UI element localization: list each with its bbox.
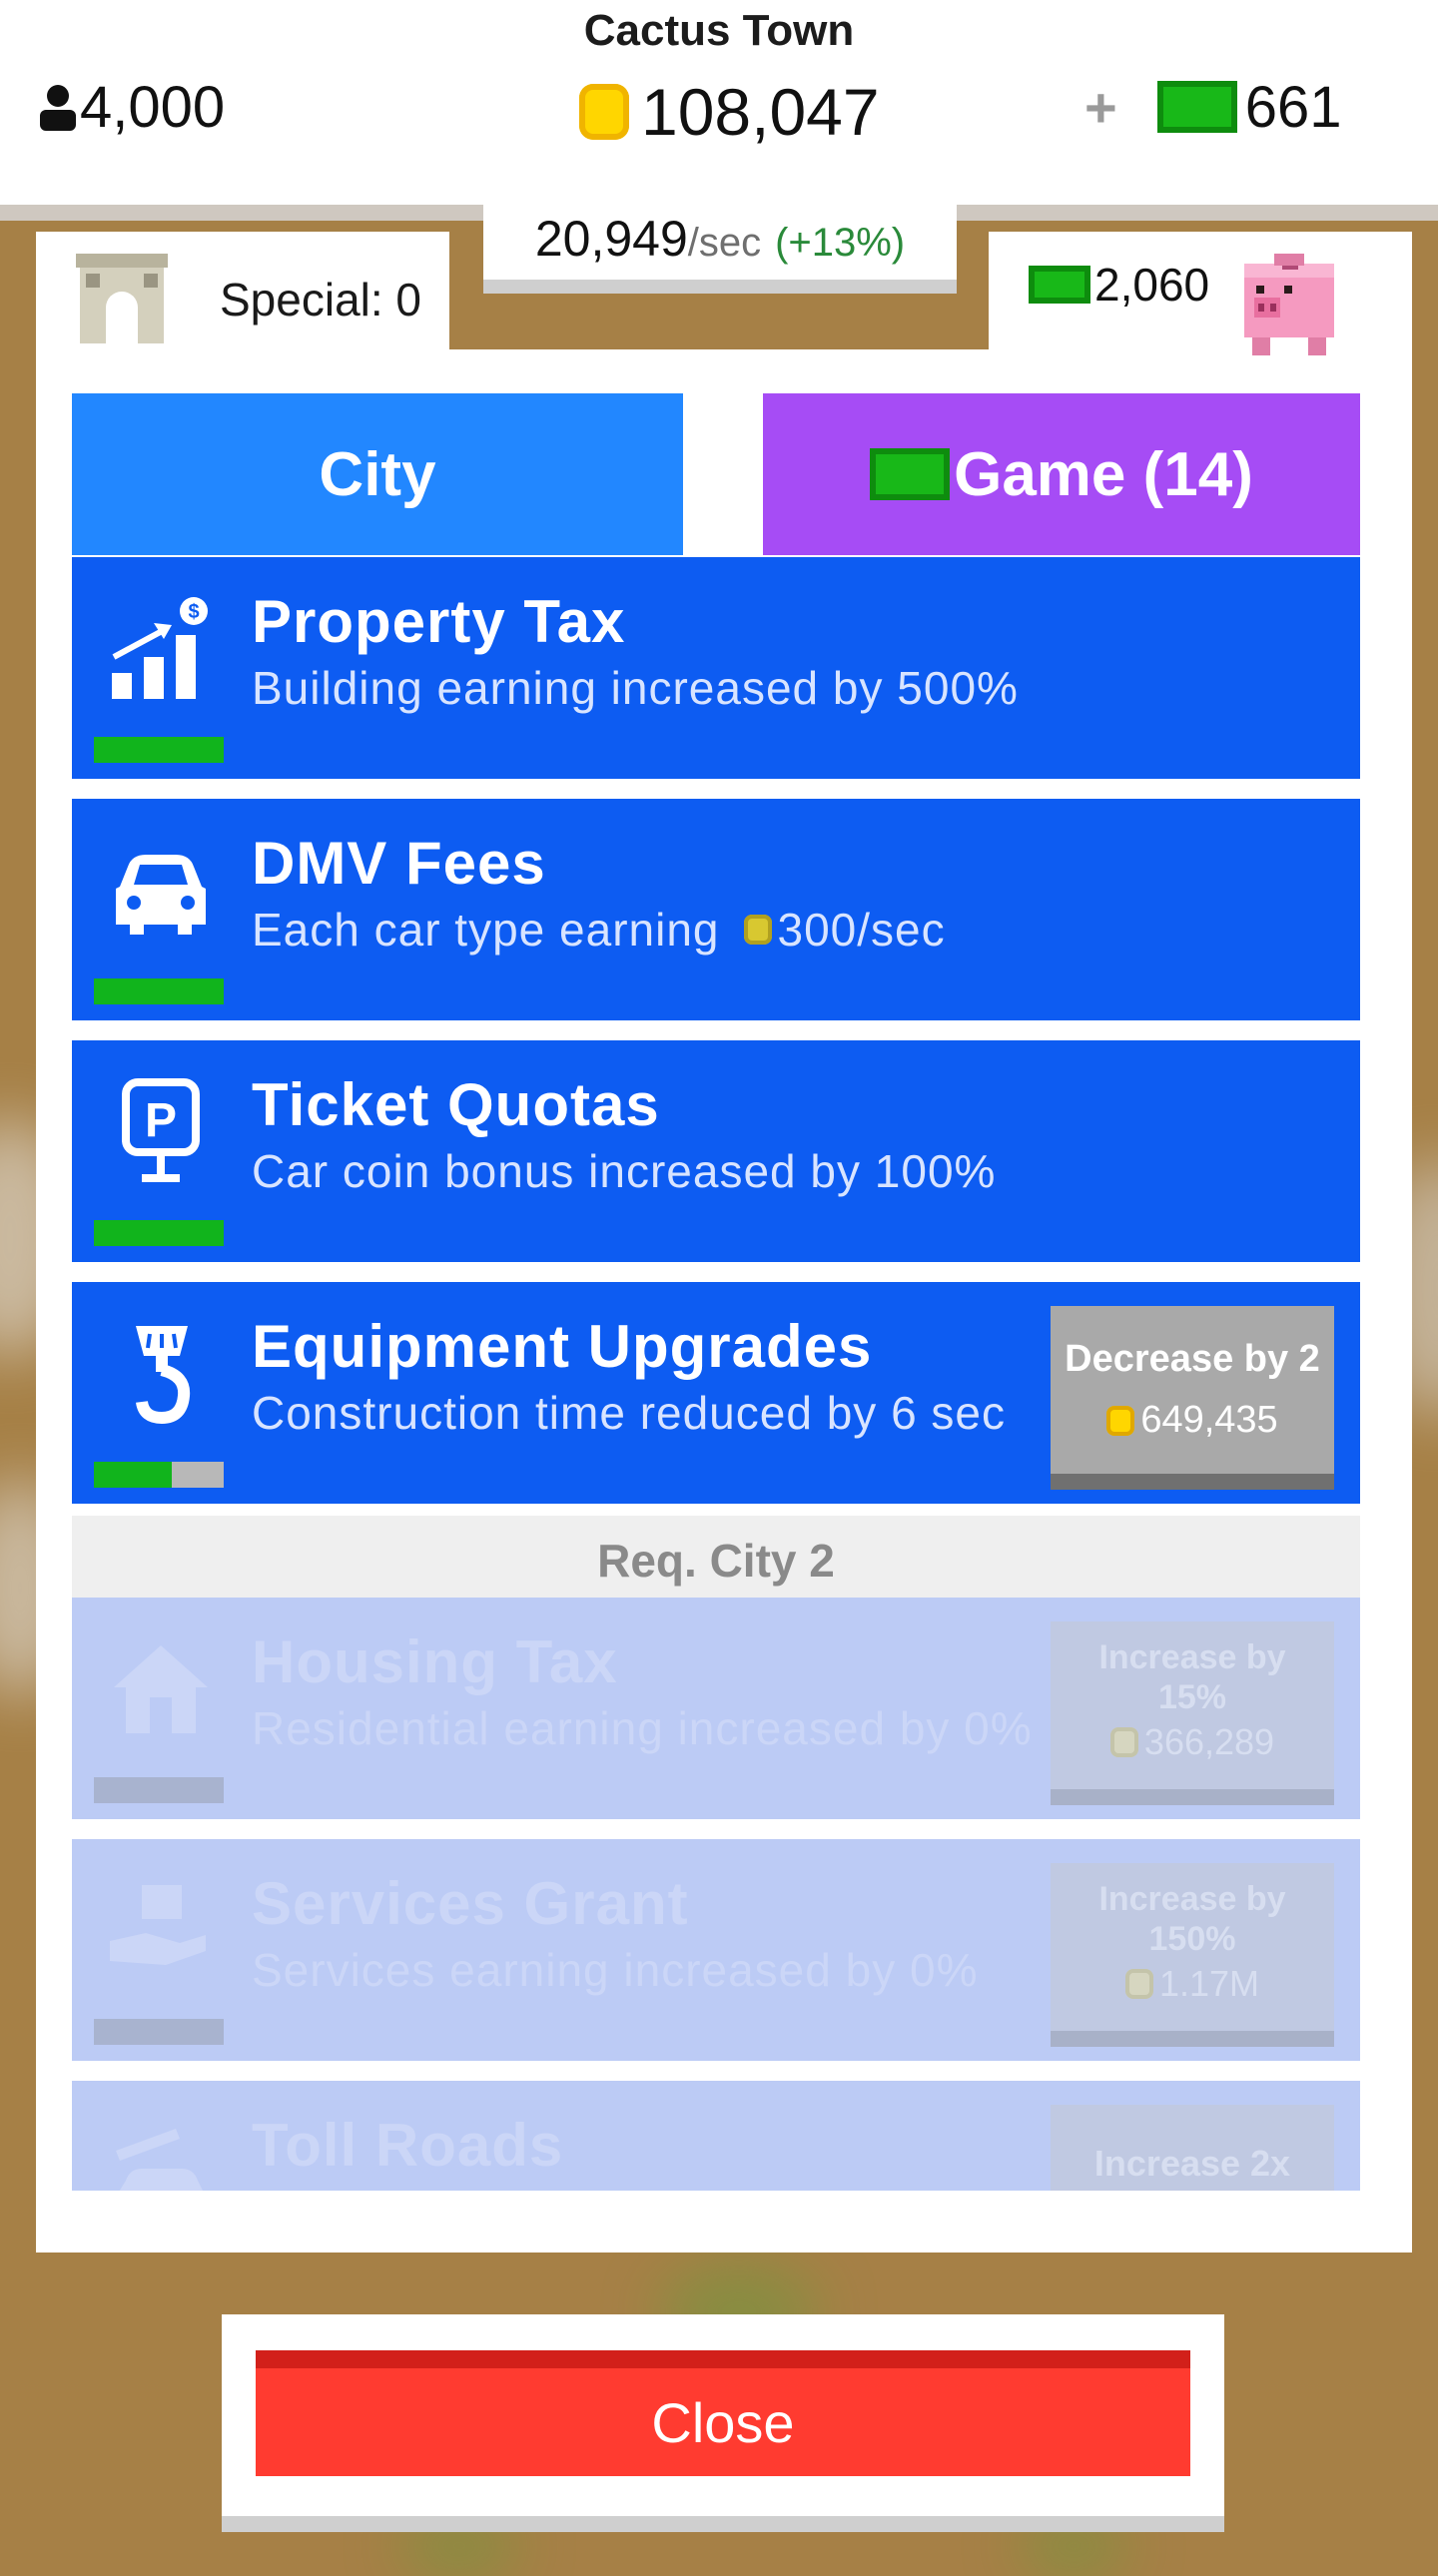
upgrade-buy-button: Increase by 150% 1.17M	[1051, 1863, 1334, 2047]
coin-icon	[1106, 1405, 1135, 1436]
coin-icon	[1124, 1969, 1153, 1999]
upgrade-progress-bar	[94, 2019, 224, 2045]
buy-button-cost: 1.17M	[1051, 1963, 1334, 2005]
close-button[interactable]: Close	[256, 2350, 1190, 2476]
buy-button-label: Increase by 150%	[1098, 1880, 1286, 1958]
upgrade-description: Services earning increased by 0%	[252, 1944, 979, 1996]
upgrade-description: Building earning increased by 500%	[252, 662, 1019, 714]
population-counter: 4,000	[36, 72, 225, 142]
hand-box-icon	[110, 1885, 206, 1965]
population-value: 4,000	[80, 74, 226, 140]
cash-icon	[1156, 81, 1237, 133]
upgrade-description-value: 300/sec	[777, 904, 946, 956]
upgrade-description: Car coin bonus increased by 100%	[252, 1145, 997, 1197]
upgrade-description: Each car type earning 300/sec	[252, 903, 946, 957]
piggy-bank-icon[interactable]	[1234, 246, 1344, 357]
buy-cost-value: 366,289	[1143, 1721, 1275, 1762]
cash-counter[interactable]: + 661	[1084, 72, 1341, 142]
coin-icon	[743, 915, 772, 945]
upgrade-toll-roads: Toll Roads Increase 2x	[72, 2081, 1360, 2191]
bank-cash-value: 2,060	[1094, 259, 1210, 311]
town-name: Cactus Town	[583, 6, 855, 55]
tab-city[interactable]: City	[72, 393, 683, 555]
rate-value: 20,949	[534, 211, 688, 267]
buy-cost-value: 649,435	[1140, 1399, 1278, 1441]
top-hud: Cactus Town 4,000 108,047 + 661	[0, 0, 1438, 205]
upgrade-title: Equipment Upgrades	[252, 1313, 873, 1380]
arch-monument-icon	[74, 252, 170, 347]
tab-city-label: City	[319, 439, 436, 509]
upgrade-title: Ticket Quotas	[252, 1071, 660, 1138]
special-buildings[interactable]: Special: 0	[74, 252, 421, 347]
tab-game-label: Game (14)	[954, 439, 1253, 509]
coin-icon	[1109, 1727, 1138, 1757]
growth-chart-icon: $	[112, 597, 208, 699]
upgrade-description: Residential earning increased by 0%	[252, 1702, 1033, 1754]
car-icon	[116, 855, 206, 935]
upgrade-progress-bar	[94, 1220, 224, 1246]
income-rate: 20,949/sec (+13%)	[483, 204, 957, 294]
cash-icon	[1029, 266, 1090, 304]
crane-hook-icon	[136, 1326, 191, 1425]
toll-car-icon	[116, 2129, 203, 2191]
buy-button-label: Increase 2x	[1093, 2143, 1291, 2184]
buy-cost-value: 1.17M	[1158, 1963, 1260, 2004]
upgrade-title: Toll Roads	[252, 2112, 564, 2179]
upgrade-title: Property Tax	[252, 588, 626, 655]
buy-button-label: Increase by 15%	[1098, 1638, 1286, 1716]
tab-game[interactable]: Game (14)	[763, 393, 1360, 555]
upgrade-description: Construction time reduced by 6 sec	[252, 1387, 1007, 1439]
house-icon	[114, 1645, 208, 1733]
cash-value: 661	[1244, 74, 1342, 140]
coin-icon	[579, 84, 629, 140]
parking-sign-icon: P	[122, 1078, 200, 1182]
piggy-bank-cash: 2,060	[1029, 258, 1209, 312]
buy-button-cost: 649,435	[1051, 1399, 1334, 1442]
upgrade-progress-bar	[94, 1462, 224, 1488]
upgrade-title: DMV Fees	[252, 830, 546, 897]
svg-text:P: P	[145, 1094, 177, 1147]
upgrade-title: Housing Tax	[252, 1628, 618, 1695]
svg-text:$: $	[188, 601, 199, 623]
upgrade-progress-bar	[94, 978, 224, 1004]
rate-bonus: (+13%)	[775, 221, 906, 265]
close-button-label: Close	[651, 2390, 795, 2454]
upgrade-housing-tax: Housing Tax Residential earning increase…	[72, 1598, 1360, 1819]
coin-counter: 108,047	[579, 72, 880, 152]
upgrade-progress-bar	[94, 1777, 224, 1803]
upgrade-property-tax[interactable]: $ Property Tax Building earning increase…	[72, 557, 1360, 779]
upgrade-ticket-quotas[interactable]: P Ticket Quotas Car coin bonus increased…	[72, 1040, 1360, 1262]
special-count: Special: 0	[220, 274, 422, 325]
add-cash-button[interactable]: +	[1084, 75, 1117, 140]
requirement-banner: Req. City 2	[72, 1516, 1360, 1606]
upgrade-progress-bar	[94, 737, 224, 763]
upgrade-dmv-fees[interactable]: DMV Fees Each car type earning 300/sec	[72, 799, 1360, 1020]
upgrade-equipment-upgrades[interactable]: Equipment Upgrades Construction time red…	[72, 1282, 1360, 1504]
rate-unit: /sec	[687, 221, 762, 265]
coin-value: 108,047	[641, 75, 880, 149]
upgrade-description-prefix: Each car type earning	[252, 904, 720, 956]
upgrade-buy-button: Increase 2x	[1051, 2105, 1334, 2191]
person-icon	[40, 85, 76, 131]
upgrade-buy-button: Increase by 15% 366,289	[1051, 1621, 1334, 1805]
upgrade-title: Services Grant	[252, 1870, 689, 1937]
upgrade-buy-button[interactable]: Decrease by 2 649,435	[1051, 1306, 1334, 1490]
buy-button-label: Decrease by 2	[1065, 1338, 1320, 1380]
upgrade-services-grant: Services Grant Services earning increase…	[72, 1839, 1360, 2061]
cash-icon	[870, 448, 951, 500]
buy-button-cost: 366,289	[1051, 1721, 1334, 1763]
